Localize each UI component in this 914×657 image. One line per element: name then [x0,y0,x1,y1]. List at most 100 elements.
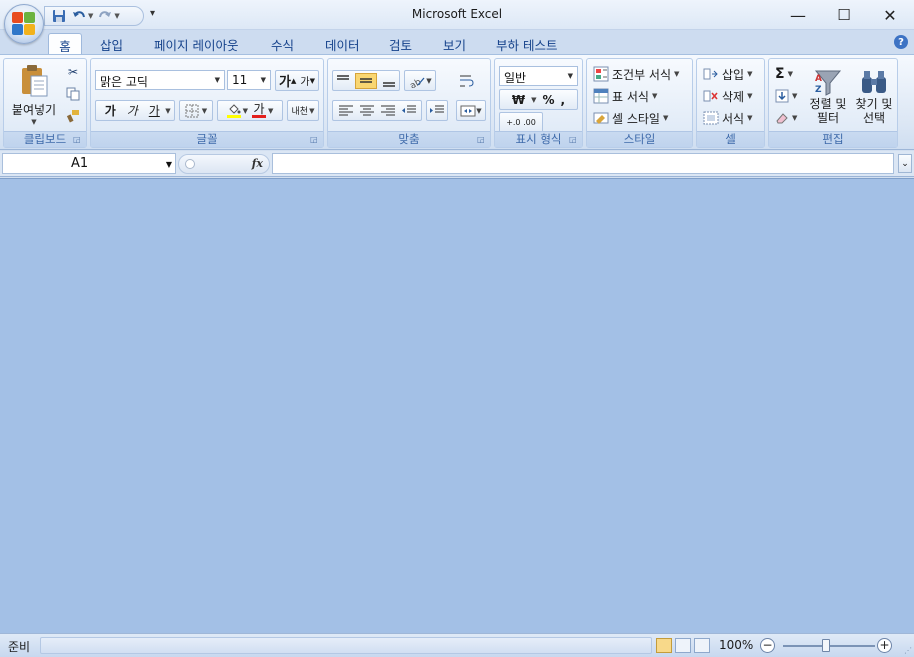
customize-qat-button[interactable]: ▾ [150,8,155,19]
decrease-indent-icon[interactable] [401,104,417,118]
wrap-text-icon[interactable] [456,70,478,91]
svg-text:A: A [815,74,822,84]
phonetic-button[interactable]: 내천 ▼ [287,100,319,121]
tab-review[interactable]: 검토 [379,33,422,54]
minimize-button[interactable]: — [776,2,820,28]
chevron-down-icon[interactable]: ▼ [531,96,536,104]
orientation-button[interactable]: ab ▼ [404,70,436,91]
svg-text:Z: Z [815,85,822,95]
format-cells-icon [703,111,719,125]
cut-icon[interactable]: ✂ [64,63,82,81]
tab-insert[interactable]: 삽입 [90,33,133,54]
normal-view-icon[interactable] [656,638,672,653]
tab-data[interactable]: 데이터 [315,33,370,54]
format-cells-button[interactable]: 서식 ▼ [703,108,752,128]
chevron-down-icon: ▼ [747,92,753,100]
zoom-slider-thumb[interactable] [822,639,830,652]
formula-bar-resize-handle[interactable] [185,159,195,169]
fill-and-font-color: ▼ 가 ▼ [217,100,283,121]
sigma-icon: Σ [775,66,785,82]
redo-dropdown-icon[interactable]: ▼ [114,12,119,20]
save-icon[interactable] [51,8,67,24]
clear-button[interactable]: ▼ [775,108,797,128]
undo-dropdown-icon[interactable]: ▼ [88,12,93,20]
paste-button[interactable]: 붙여넣기 ▼ [8,61,60,129]
align-right-icon[interactable] [380,104,396,118]
office-button[interactable] [4,4,44,44]
alignment-launcher-icon[interactable]: ◲ [477,135,487,145]
insert-cells-button[interactable]: 삽입 ▼ [703,64,752,84]
tab-home[interactable]: 홈 [48,33,82,54]
chevron-down-icon[interactable]: ▼ [166,160,172,169]
cell-styles-button[interactable]: 셀 스타일 ▼ [593,108,668,128]
expand-formula-bar-icon[interactable]: ⌄ [898,154,912,173]
clipboard-group: 붙여넣기 ▼ ✂ 클립보드 ◲ [3,58,87,148]
font-color-button[interactable]: 가 [252,103,266,118]
zoom-in-button[interactable]: + [877,638,892,653]
find-select-button[interactable]: 찾기 및 선택 [851,61,897,131]
redo-icon[interactable] [97,8,113,24]
chevron-down-icon: ▼ [674,70,680,78]
chevron-down-icon[interactable]: ▼ [268,107,273,115]
merge-center-button[interactable]: ▼ [456,100,486,121]
format-painter-icon[interactable] [64,107,82,125]
currency-button[interactable]: ₩ [512,93,525,107]
percent-button[interactable]: % [543,93,555,107]
align-middle-icon[interactable] [355,72,377,89]
align-top-icon[interactable] [335,74,351,88]
align-center-icon[interactable] [359,104,375,118]
zoom-out-button[interactable]: − [760,638,775,653]
delete-cells-icon [703,90,718,102]
resize-grip-icon[interactable]: ⋰ [904,646,912,655]
help-icon[interactable]: ? [894,35,908,49]
align-bottom-icon[interactable] [381,74,397,88]
number-format-select[interactable]: 일반 ▼ [499,66,578,86]
number-launcher-icon[interactable]: ◲ [569,135,579,145]
cells-group-label: 셀 [697,131,764,147]
font-launcher-icon[interactable]: ◲ [310,135,320,145]
font-name-select[interactable]: 맑은 고딕 ▼ [95,70,225,90]
clipboard-launcher-icon[interactable]: ◲ [73,135,83,145]
increase-decimal-button[interactable]: +.0 .00 [506,118,536,127]
borders-button[interactable]: ▼ [179,100,213,121]
name-box[interactable]: A1 ▼ [2,153,176,174]
bold-button[interactable]: 가 [99,102,121,119]
undo-icon[interactable] [71,8,87,24]
paste-icon [22,65,48,97]
close-button[interactable]: ✕ [868,2,912,28]
number-style-buttons: ₩ ▼ % , [499,89,578,110]
chevron-down-icon: ▼ [476,106,482,115]
chevron-down-icon[interactable]: ▼ [243,107,248,115]
underline-button[interactable]: 가 [143,102,165,119]
font-size-select[interactable]: 11 ▼ [227,70,271,90]
tab-page-layout[interactable]: 페이지 레이아웃 [144,33,248,54]
fill-down-icon [775,89,789,103]
conditional-format-button[interactable]: 조건부 서식 ▼ [593,64,679,84]
page-break-view-icon[interactable] [694,638,710,653]
increase-indent-icon[interactable] [426,100,448,121]
align-left-icon[interactable] [338,104,354,118]
fill-color-button[interactable] [226,103,241,118]
delete-cells-button[interactable]: 삭제 ▼ [703,86,752,106]
tab-load-test[interactable]: 부하 테스트 [486,33,567,54]
autosum-button[interactable]: Σ ▼ [775,64,793,84]
tab-view[interactable]: 보기 [433,33,476,54]
chevron-down-icon: ▼ [426,76,432,85]
format-as-table-button[interactable]: 표 서식 ▼ [593,86,657,106]
sort-filter-button[interactable]: AZ 정렬 및 필터 [805,61,851,131]
zoom-level[interactable]: 100% [719,638,753,652]
comma-button[interactable]: , [561,93,566,107]
insert-function-button[interactable]: fx [252,157,263,170]
tab-formulas[interactable]: 수식 [261,33,304,54]
grow-font-button[interactable]: 가 [279,71,291,90]
italic-button[interactable]: 가 [121,102,143,119]
table-format-icon [593,88,609,104]
copy-icon[interactable] [64,85,82,103]
shrink-font-button[interactable]: 가 [300,73,309,88]
maximize-button[interactable]: ☐ [822,2,866,28]
chevron-down-icon: ▼ [309,106,315,115]
chevron-down-icon[interactable]: ▼ [165,107,170,115]
fill-button[interactable]: ▼ [775,86,797,106]
formula-input[interactable] [272,153,894,174]
page-layout-view-icon[interactable] [675,638,691,653]
